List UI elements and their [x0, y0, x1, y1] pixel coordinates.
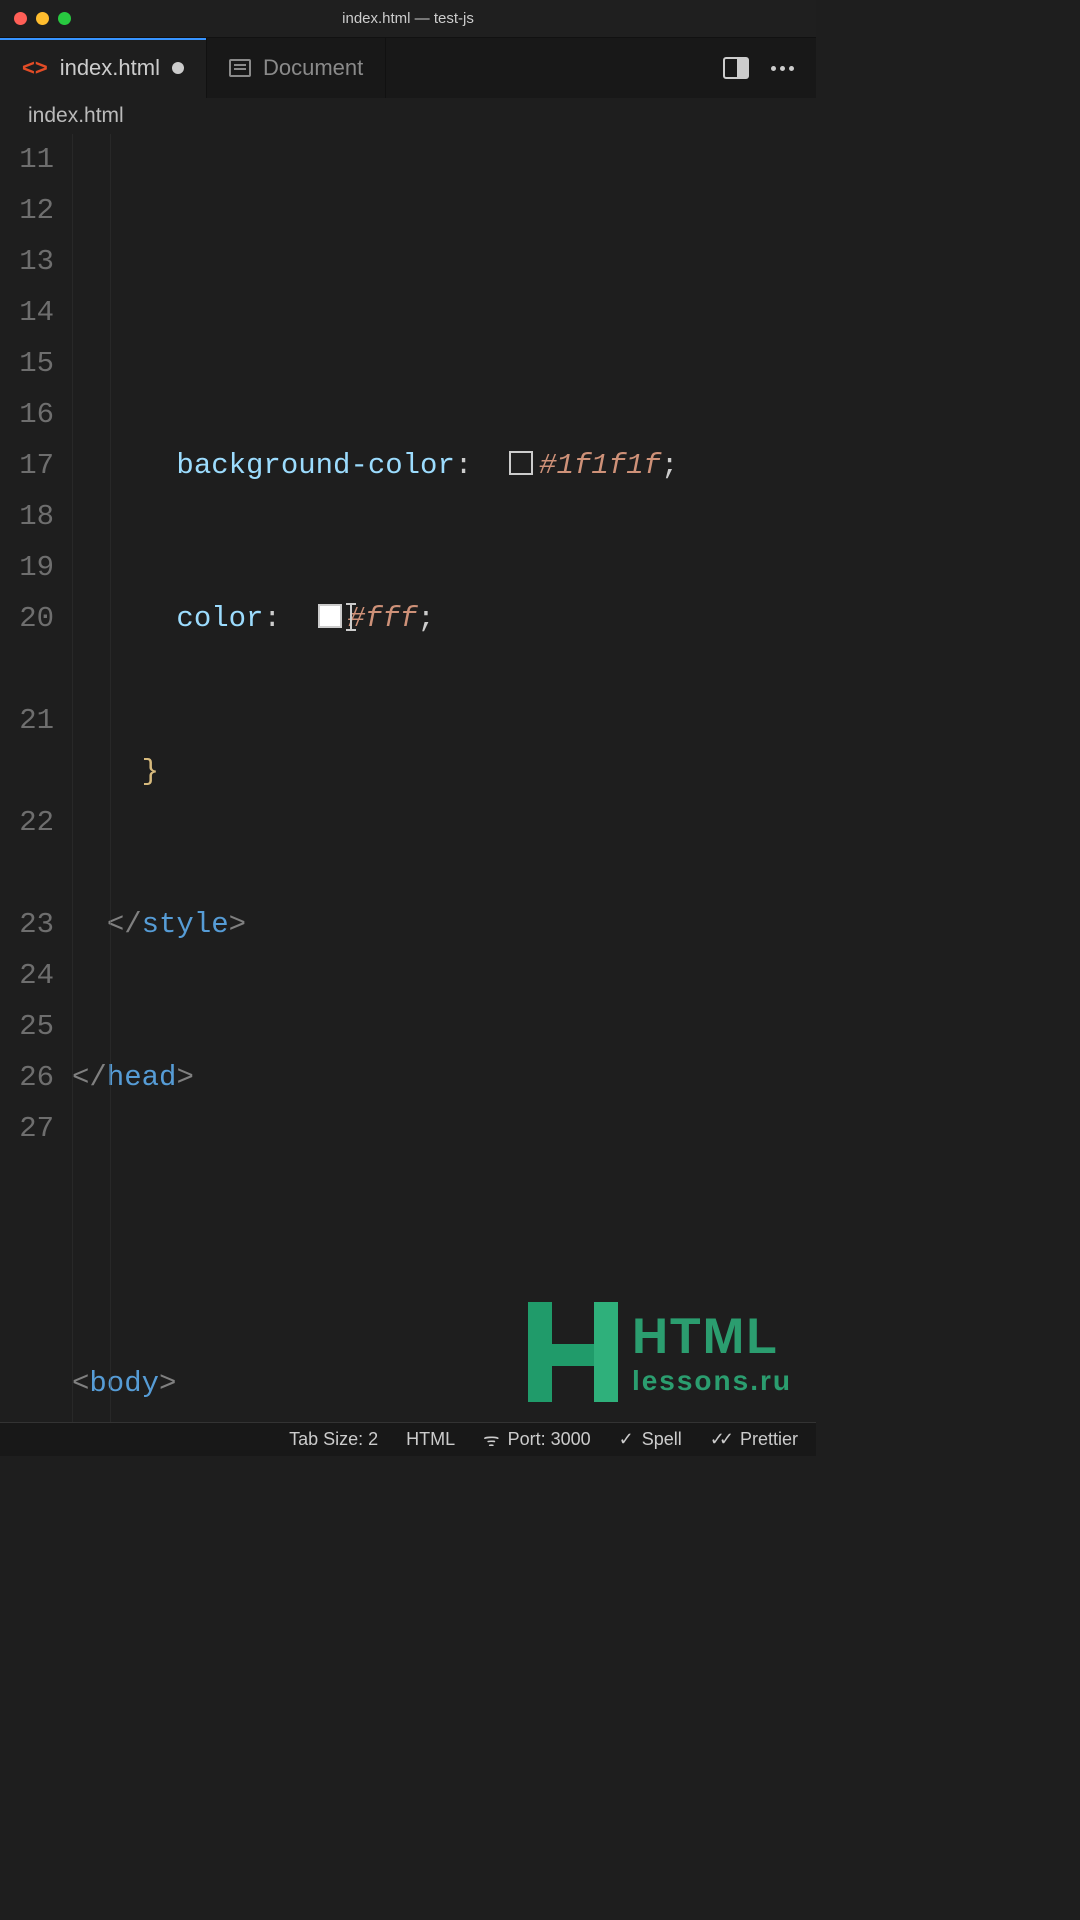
more-actions-icon[interactable] — [771, 66, 794, 71]
window-title: index.html — test-js — [342, 10, 474, 27]
close-window-button[interactable] — [14, 12, 27, 25]
status-prettier[interactable]: Prettier — [710, 1429, 798, 1450]
split-editor-icon[interactable] — [723, 57, 749, 79]
maximize-window-button[interactable] — [58, 12, 71, 25]
color-swatch-icon[interactable] — [318, 604, 342, 628]
tab-label: index.html — [60, 55, 160, 81]
title-bar: index.html — test-js — [0, 0, 816, 38]
window-controls — [14, 12, 71, 25]
breadcrumb[interactable]: index.html — [0, 98, 816, 134]
tab-actions — [723, 38, 816, 98]
color-swatch-icon[interactable] — [509, 451, 533, 475]
check-icon — [619, 1429, 634, 1450]
broadcast-icon — [483, 1428, 499, 1452]
minimize-window-button[interactable] — [36, 12, 49, 25]
status-port[interactable]: Port: 3000 — [483, 1428, 591, 1452]
code-editor[interactable]: 11 12 13 14 15 16 17 18 19 20 21 22 23 2… — [0, 134, 816, 1422]
document-icon — [229, 59, 251, 77]
tab-bar: <> index.html Document — [0, 38, 816, 98]
watermark-subtitle: lessons.ru — [632, 1365, 792, 1397]
line-number-gutter: 11 12 13 14 15 16 17 18 19 20 21 22 23 2… — [0, 134, 72, 1422]
watermark-title: HTML — [632, 1307, 792, 1365]
status-language[interactable]: HTML — [406, 1429, 455, 1450]
tab-index-html[interactable]: <> index.html — [0, 38, 207, 98]
status-bar: Tab Size: 2 HTML Port: 3000 Spell Pretti… — [0, 1422, 816, 1456]
status-spell[interactable]: Spell — [619, 1429, 682, 1450]
h-logo-icon — [528, 1302, 618, 1402]
double-check-icon — [710, 1429, 732, 1450]
watermark-logo: HTML lessons.ru — [528, 1302, 792, 1402]
tab-label: Document — [263, 55, 363, 81]
text-cursor-icon — [350, 603, 352, 631]
code-content[interactable]: background-color: #1f1f1f; color: #fff; … — [72, 134, 816, 1422]
html-file-icon: <> — [22, 55, 48, 81]
unsaved-dot-icon — [172, 62, 184, 74]
status-tab-size[interactable]: Tab Size: 2 — [289, 1429, 378, 1450]
tab-document[interactable]: Document — [207, 38, 386, 98]
